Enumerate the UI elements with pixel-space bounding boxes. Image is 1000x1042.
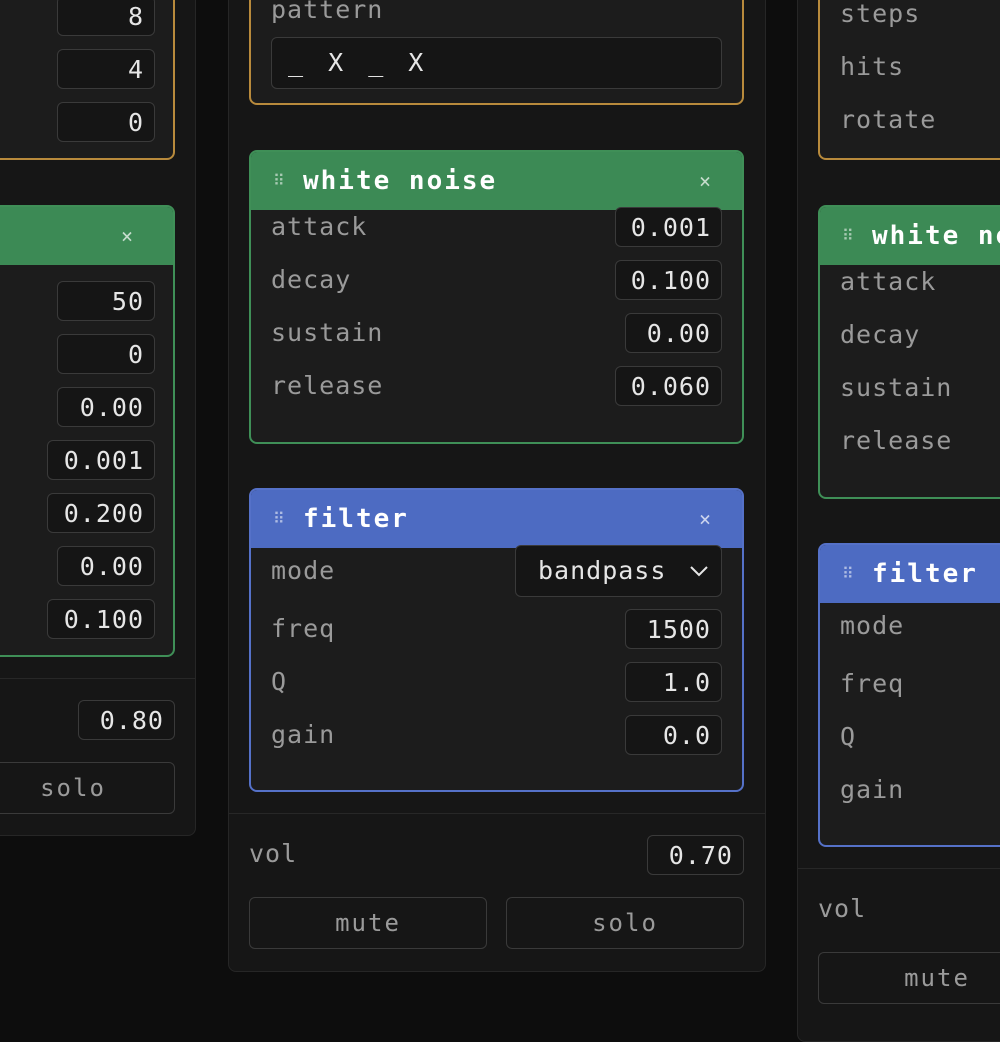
param-value[interactable]: 0.100 xyxy=(47,599,155,639)
module-header[interactable]: ⠿ filter × xyxy=(251,490,742,548)
vol-label: vol xyxy=(818,894,867,923)
divider xyxy=(229,813,765,814)
drag-handle-icon[interactable]: ⠿ xyxy=(273,490,285,548)
mode-select[interactable]: bandpass xyxy=(515,545,722,597)
sustain-value[interactable]: 0.00 xyxy=(625,313,722,353)
drag-handle-icon[interactable]: ⠿ xyxy=(842,207,854,265)
param-value[interactable]: 0.00 xyxy=(57,546,155,586)
track-column-right: steps hits rotate ⠿ white noise attack d… xyxy=(797,0,1000,1042)
sustain-label: sustain xyxy=(271,318,384,347)
param-value[interactable]: 0 xyxy=(57,334,155,374)
module-title: filter xyxy=(872,559,978,589)
close-icon[interactable]: × xyxy=(699,152,711,210)
decay-label: decay xyxy=(840,320,921,349)
freq-label: freq xyxy=(840,669,905,698)
param-value[interactable]: 50 xyxy=(57,281,155,321)
module-header[interactable]: × xyxy=(0,207,173,265)
filter-module: ⠿ filter mode freq Q gain xyxy=(818,543,1000,847)
filter-module: ⠿ filter × mode bandpass freq 1500 Q 1.0… xyxy=(249,488,744,792)
module-title: white noise xyxy=(872,221,1000,251)
sequencer-module: pattern _ X _ X xyxy=(249,0,744,105)
vol-value[interactable]: 0.80 xyxy=(78,700,175,740)
mode-label: mode xyxy=(840,611,905,640)
decay-label: decay xyxy=(271,265,352,294)
q-label: Q xyxy=(271,667,288,696)
decay-value[interactable]: 0.100 xyxy=(615,260,722,300)
release-label: release xyxy=(271,371,384,400)
track-column-left: 8 4 0 × 50 0 0.00 0.001 0.200 0.00 0.100… xyxy=(0,0,196,836)
track-column-center: pattern _ X _ X ⠿ white noise × attack 0… xyxy=(228,0,766,972)
gain-label: gain xyxy=(271,720,336,749)
module-header[interactable]: ⠿ white noise × xyxy=(251,152,742,210)
solo-button[interactable]: solo xyxy=(506,897,744,949)
gain-value[interactable]: 0.0 xyxy=(625,715,722,755)
sequencer-module: steps hits rotate xyxy=(818,0,1000,160)
white-noise-module: ⠿ white noise attack decay sustain relea… xyxy=(818,205,1000,499)
mode-label: mode xyxy=(271,556,336,585)
q-label: Q xyxy=(840,722,857,751)
close-icon[interactable]: × xyxy=(699,490,711,548)
vol-label: vol xyxy=(249,839,298,868)
module-title: white noise xyxy=(303,166,498,196)
attack-label: attack xyxy=(840,267,937,296)
drag-handle-icon[interactable]: ⠿ xyxy=(273,152,285,210)
module-header[interactable]: ⠿ filter xyxy=(820,545,1000,603)
param-value[interactable]: 0.001 xyxy=(47,440,155,480)
hits-value[interactable]: 4 xyxy=(57,49,155,89)
hits-label: hits xyxy=(840,52,905,81)
module-title: filter xyxy=(303,504,409,534)
q-value[interactable]: 1.0 xyxy=(625,662,722,702)
attack-label: attack xyxy=(271,212,368,241)
gain-label: gain xyxy=(840,775,905,804)
pattern-label: pattern xyxy=(271,0,384,24)
mute-button[interactable]: mute xyxy=(818,952,1000,1004)
freq-label: freq xyxy=(271,614,336,643)
rotate-label: rotate xyxy=(840,105,937,134)
solo-button[interactable]: solo xyxy=(0,762,175,814)
freq-value[interactable]: 1500 xyxy=(625,609,722,649)
drag-handle-icon[interactable]: ⠿ xyxy=(842,545,854,603)
steps-value[interactable]: 8 xyxy=(57,0,155,36)
white-noise-module: × 50 0 0.00 0.001 0.200 0.00 0.100 xyxy=(0,205,175,657)
release-label: release xyxy=(840,426,953,455)
mute-button[interactable]: mute xyxy=(249,897,487,949)
pattern-input[interactable]: _ X _ X xyxy=(271,37,722,89)
attack-value[interactable]: 0.001 xyxy=(615,207,722,247)
sequencer-module: 8 4 0 xyxy=(0,0,175,160)
mode-select-value: bandpass xyxy=(538,556,667,585)
white-noise-module: ⠿ white noise × attack 0.001 decay 0.100… xyxy=(249,150,744,444)
rotate-value[interactable]: 0 xyxy=(57,102,155,142)
steps-label: steps xyxy=(840,0,921,28)
close-icon[interactable]: × xyxy=(121,207,133,265)
release-value[interactable]: 0.060 xyxy=(615,366,722,406)
divider xyxy=(798,868,1000,869)
sustain-label: sustain xyxy=(840,373,953,402)
chevron-down-icon xyxy=(690,566,708,577)
divider xyxy=(0,678,195,679)
param-value[interactable]: 0.00 xyxy=(57,387,155,427)
module-header[interactable]: ⠿ white noise xyxy=(820,207,1000,265)
vol-value[interactable]: 0.70 xyxy=(647,835,744,875)
param-value[interactable]: 0.200 xyxy=(47,493,155,533)
